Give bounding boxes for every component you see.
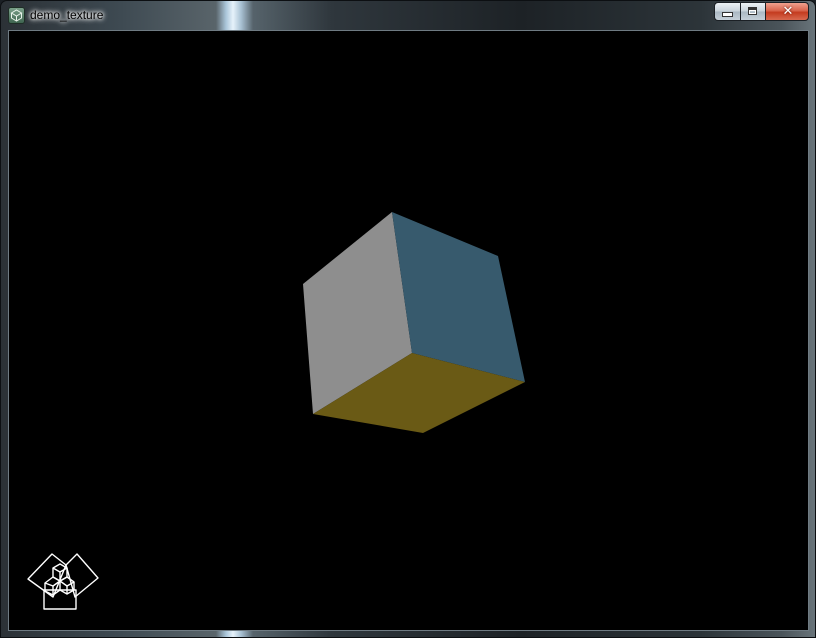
render-viewport[interactable]: [8, 30, 809, 631]
app-icon[interactable]: [9, 8, 24, 23]
minimize-button[interactable]: [714, 2, 740, 21]
close-button[interactable]: ✕: [765, 2, 809, 21]
close-icon: ✕: [782, 4, 794, 19]
minimize-icon: [723, 13, 732, 16]
view-cube-navigation-icon[interactable]: [27, 553, 99, 610]
maximize-button[interactable]: [740, 2, 765, 21]
application-window: demo_texture ✕: [0, 0, 816, 638]
window-title: demo_texture: [30, 8, 104, 22]
maximize-icon: [748, 7, 757, 15]
caption-buttons: ✕: [714, 2, 809, 21]
scene-canvas: [27, 212, 525, 610]
title-bar[interactable]: demo_texture ✕: [1, 1, 815, 30]
